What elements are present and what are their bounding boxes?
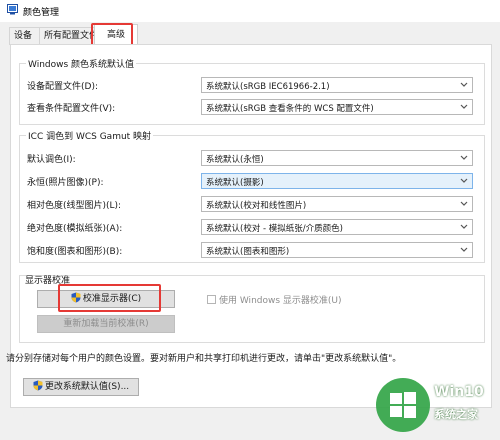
change-system-defaults-button[interactable]: 更改系统默认值(S)... [23, 378, 139, 396]
absolute-colorimetric-value: 系统默认(校对 - 模拟纸张/介质颜色) [206, 224, 343, 234]
watermark-text-site: 系统之家 [434, 408, 478, 421]
tab-all-profiles[interactable]: 所有配置文件 [39, 27, 99, 45]
relative-colorimetric-label: 相对色度(线型图片)(L): [27, 201, 122, 211]
absolute-colorimetric-label: 绝对色度(模拟纸张)(A): [27, 224, 123, 234]
saturation-label: 饱和度(图表和图形)(B): [27, 247, 123, 257]
saturation-select[interactable]: 系统默认(图表和图形) [201, 242, 473, 258]
viewing-conditions-label: 查看条件配置文件(V): [27, 104, 116, 114]
perceptual-select[interactable]: 系统默认(摄影) [201, 173, 473, 189]
default-intent-select[interactable]: 系统默认(永恒) [201, 150, 473, 166]
color-management-icon [7, 4, 18, 15]
perceptual-value: 系统默认(摄影) [206, 178, 264, 188]
viewing-conditions-value: 系统默认(sRGB 查看条件的 WCS 配置文件) [206, 104, 374, 114]
chevron-down-icon [460, 104, 468, 109]
chevron-down-icon [460, 82, 468, 87]
site-watermark: Win10 系统之家 [376, 376, 496, 436]
device-profile-value: 系统默认(sRGB IEC61966-2.1) [206, 82, 330, 92]
windows-logo-icon [390, 392, 416, 418]
absolute-colorimetric-select[interactable]: 系统默认(校对 - 模拟纸张/介质颜色) [201, 219, 473, 235]
watermark-text-win10: Win10 [434, 384, 484, 400]
chevron-down-icon [460, 224, 468, 229]
advanced-panel: Windows 颜色系统默认值 设备配置文件(D): 系统默认(sRGB IEC… [6, 44, 492, 408]
chevron-down-icon [460, 247, 468, 252]
chevron-down-icon [460, 178, 468, 183]
relative-colorimetric-value: 系统默认(校对和线性图片) [206, 201, 307, 211]
windows-defaults-group: Windows 颜色系统默认值 [19, 57, 485, 125]
windows-defaults-title: Windows 颜色系统默认值 [26, 57, 137, 70]
viewing-conditions-select[interactable]: 系统默认(sRGB 查看条件的 WCS 配置文件) [201, 99, 473, 115]
chevron-down-icon [460, 201, 468, 206]
gamut-mapping-title: ICC 调色到 WCS Gamut 映射 [26, 129, 154, 142]
reload-calibration-button[interactable]: 重新加载当前校准(R) [37, 315, 175, 333]
tab-devices[interactable]: 设备 [9, 27, 41, 45]
relative-colorimetric-select[interactable]: 系统默认(校对和线性图片) [201, 196, 473, 212]
perceptual-label: 永恒(照片图像)(P): [27, 178, 104, 188]
default-intent-label: 默认调色(I): [27, 155, 76, 165]
device-profile-label: 设备配置文件(D): [27, 82, 98, 92]
chevron-down-icon [460, 155, 468, 160]
highlight-calibrate-button [58, 284, 161, 312]
saturation-value: 系统默认(图表和图形) [206, 247, 290, 257]
change-system-defaults-label: 更改系统默认值(S)... [44, 382, 130, 392]
footer-note: 请分别存储对每个用户的颜色设置。要对新用户和共享打印机进行更改，请单击"更改系统… [6, 354, 402, 364]
default-intent-value: 系统默认(永恒) [206, 155, 264, 165]
use-windows-calibration-label: 使用 Windows 显示器校准(U) [219, 296, 342, 306]
window-title: 颜色管理 [23, 8, 60, 18]
title-bar: 颜色管理 [0, 0, 500, 22]
uac-shield-icon [33, 380, 43, 391]
device-profile-select[interactable]: 系统默认(sRGB IEC61966-2.1) [201, 77, 473, 93]
use-windows-calibration-checkbox[interactable] [207, 295, 216, 304]
tab-bar: 设备 所有配置文件 高级 [0, 22, 500, 46]
